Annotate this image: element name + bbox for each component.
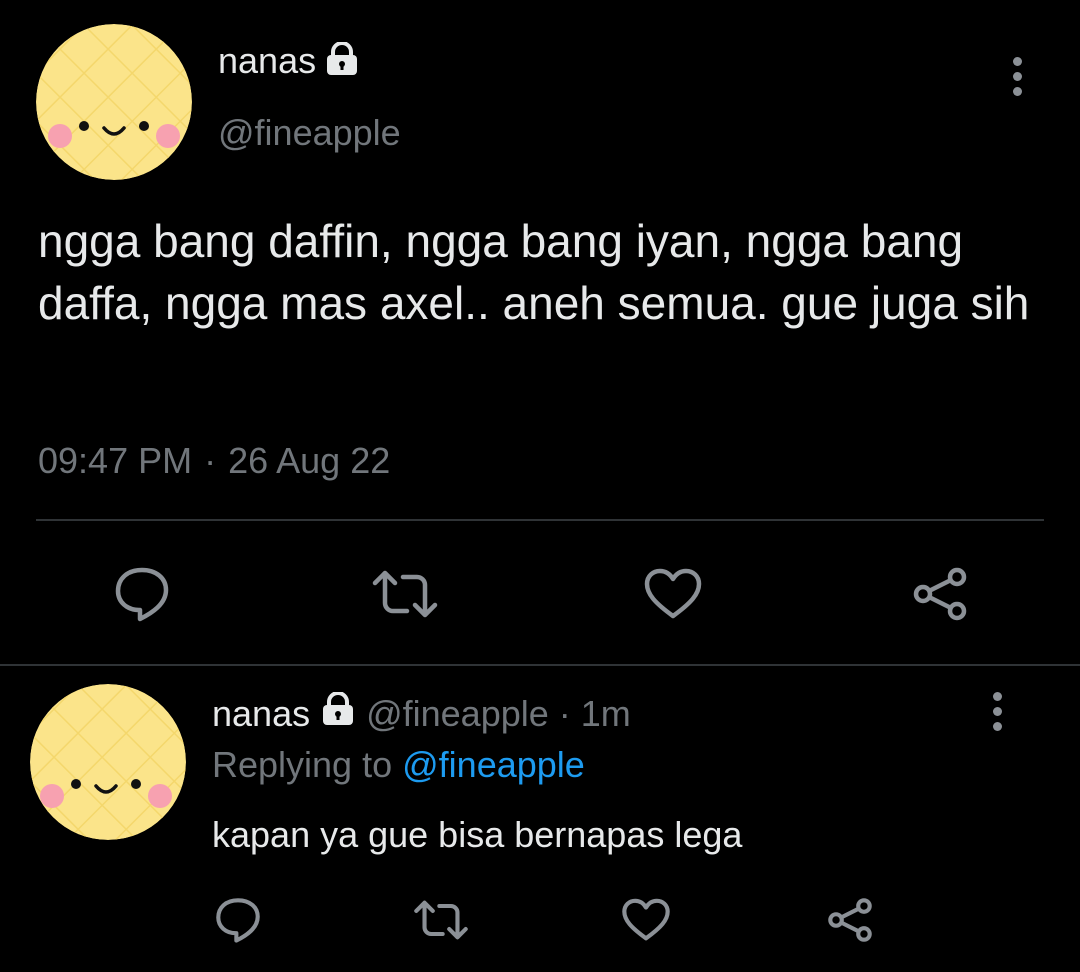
heart-icon[interactable] <box>618 892 674 948</box>
separator-dot: · <box>204 440 217 481</box>
display-name[interactable]: nanas <box>218 40 316 82</box>
share-icon[interactable] <box>822 892 878 948</box>
replying-label: Replying to <box>212 744 393 785</box>
tweet-text: ngga bang daffin, ngga bang iyan, ngga b… <box>38 215 1030 329</box>
lock-icon <box>320 691 356 735</box>
avatar-face-icon <box>30 684 186 840</box>
lock-icon <box>324 40 360 81</box>
retweet-icon[interactable] <box>410 892 472 948</box>
comment-bubble-icon[interactable] <box>210 892 266 948</box>
more-vertical-icon[interactable] <box>992 692 1002 731</box>
avatar-face-icon <box>36 24 192 180</box>
reply-handle[interactable]: @fineapple <box>366 693 549 735</box>
replying-handle-link[interactable]: @fineapple <box>402 744 585 785</box>
separator-dot: · <box>558 692 571 734</box>
avatar[interactable] <box>36 24 192 180</box>
heart-icon[interactable] <box>640 562 706 626</box>
reply-display-name[interactable]: nanas <box>212 693 310 735</box>
handle[interactable]: @fineapple <box>218 112 401 154</box>
comment-bubble-icon[interactable] <box>110 562 174 626</box>
more-vertical-icon[interactable] <box>1012 57 1022 96</box>
reply-age: 1m <box>580 692 631 734</box>
share-icon[interactable] <box>908 562 972 626</box>
timestamp[interactable]: 09:47 PM · 26 Aug 22 <box>38 440 390 482</box>
retweet-icon[interactable] <box>370 562 440 626</box>
reply-header: nanas @fineapple · 1m <box>212 691 631 735</box>
author-line: nanas <box>218 40 360 82</box>
tweet-date: 26 Aug 22 <box>228 440 391 481</box>
tweet-time: 09:47 PM <box>38 440 193 481</box>
reply-avatar[interactable] <box>30 684 186 840</box>
reply-text: kapan ya gue bisa bernapas lega <box>212 814 743 855</box>
section-divider <box>0 664 1080 666</box>
replying-to: Replying to @fineapple <box>212 744 585 786</box>
divider <box>36 519 1044 521</box>
